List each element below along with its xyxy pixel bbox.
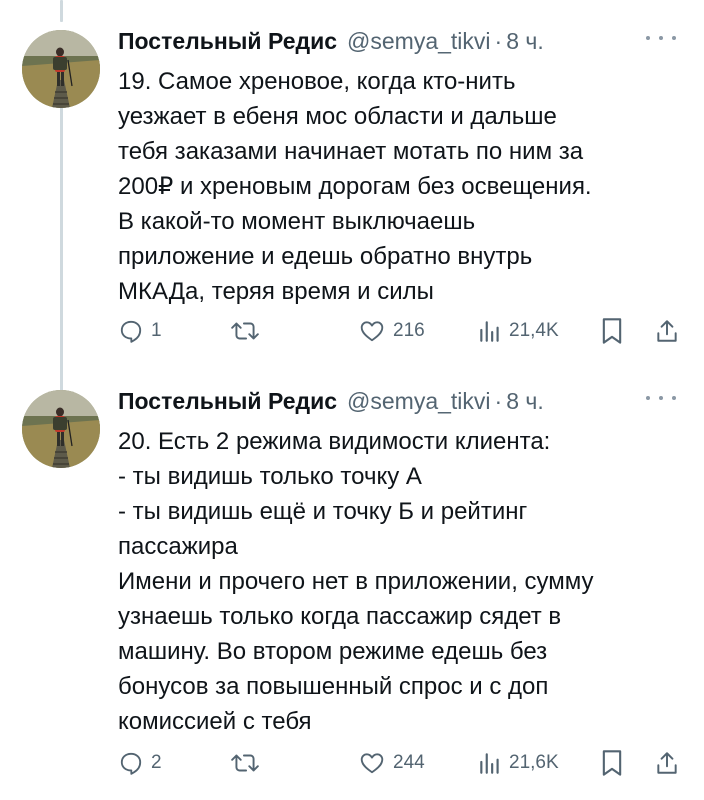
avatar[interactable]	[22, 30, 100, 108]
share-button[interactable]	[654, 314, 680, 348]
views-count: 21,4K	[509, 320, 559, 341]
views-chart-icon	[480, 753, 499, 774]
more-dots-icon[interactable]	[646, 388, 676, 408]
author-handle[interactable]: @semya_tikvi	[347, 388, 491, 415]
bookmark-icon	[602, 318, 622, 344]
reply-count: 1	[151, 320, 162, 341]
retweet-button[interactable]	[230, 746, 267, 780]
like-button[interactable]: 216	[358, 314, 425, 348]
action-bar: 2 244 21,6K	[118, 746, 688, 780]
author-handle[interactable]: @semya_tikvi	[347, 28, 491, 55]
retweet-icon	[231, 322, 259, 340]
tweet-20[interactable]: Постельный Редис @semya_tikvi · 8 ч. 20.…	[0, 384, 704, 794]
reply-button[interactable]: 1	[118, 314, 162, 348]
views-chart-icon	[480, 321, 499, 342]
separator-dot: ·	[494, 387, 503, 414]
heart-icon	[360, 321, 384, 342]
author-name[interactable]: Постельный Редис	[118, 388, 337, 415]
views-count: 21,6K	[509, 752, 559, 773]
avatar[interactable]	[22, 390, 100, 468]
more-dots-icon[interactable]	[646, 28, 676, 48]
author-name[interactable]: Постельный Редис	[118, 28, 337, 55]
retweet-icon	[231, 754, 259, 772]
tweet-header: Постельный Редис @semya_tikvi · 8 ч.	[118, 384, 684, 418]
timestamp[interactable]: 8 ч.	[506, 388, 544, 415]
timestamp[interactable]: 8 ч.	[506, 28, 544, 55]
reply-icon	[120, 752, 142, 775]
thread-line-top	[60, 0, 63, 22]
tweet-text: 20. Есть 2 режима видимости клиента: - т…	[118, 428, 594, 735]
tweet-text: 19. Самое хреновое, когда кто-нить уезжа…	[118, 68, 592, 305]
like-count: 216	[393, 320, 425, 341]
reply-button[interactable]: 2	[118, 746, 162, 780]
reply-count: 2	[151, 752, 162, 773]
tweet-header: Постельный Редис @semya_tikvi · 8 ч.	[118, 24, 684, 58]
views-button[interactable]: 21,6K	[478, 746, 559, 780]
share-button[interactable]	[654, 746, 680, 780]
reply-icon	[120, 320, 142, 343]
separator-dot: ·	[494, 27, 503, 54]
bookmark-icon	[602, 750, 622, 776]
heart-icon	[360, 753, 384, 774]
hiker-photo-icon	[22, 30, 100, 108]
bookmark-button[interactable]	[600, 314, 624, 348]
share-icon	[657, 320, 677, 342]
action-bar: 1 216 21,4K	[118, 314, 688, 348]
views-button[interactable]: 21,4K	[478, 314, 559, 348]
share-icon	[657, 752, 677, 774]
like-count: 244	[393, 752, 425, 773]
tweet-19[interactable]: Постельный Редис @semya_tikvi · 8 ч. 19.…	[0, 24, 704, 354]
like-button[interactable]: 244	[358, 746, 425, 780]
retweet-button[interactable]	[230, 314, 267, 348]
bookmark-button[interactable]	[600, 746, 624, 780]
hiker-photo-icon	[22, 390, 100, 468]
